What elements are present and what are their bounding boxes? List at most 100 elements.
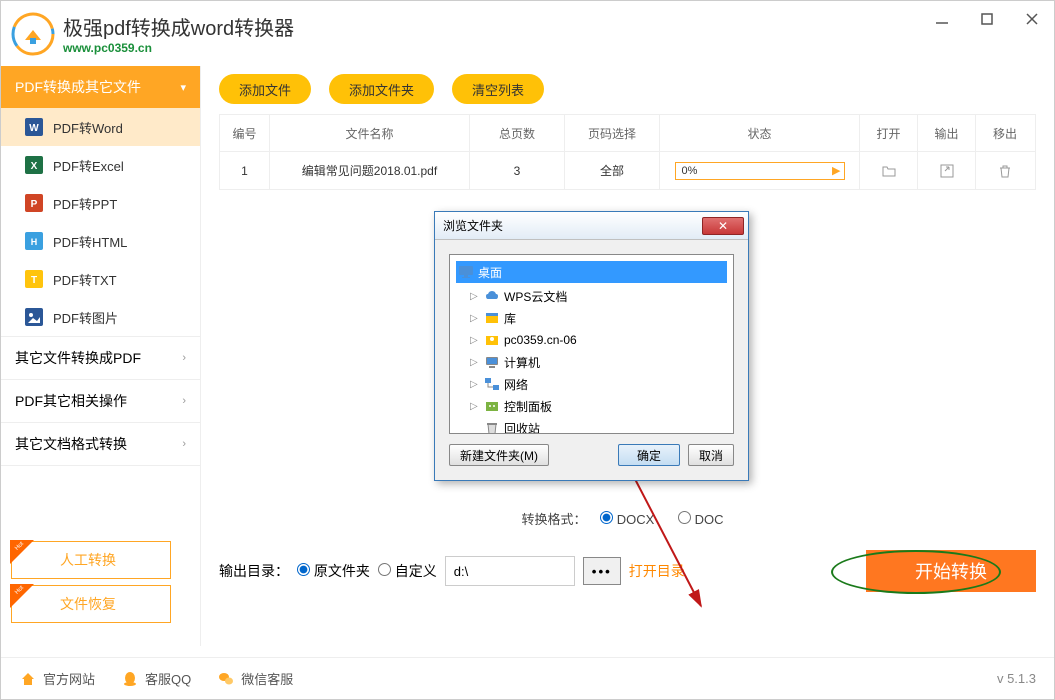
col-num: 编号 (220, 115, 270, 151)
new-folder-button[interactable]: 新建文件夹(M) (449, 444, 549, 466)
sidebar-item-label: PDF转图片 (53, 308, 118, 327)
logo-area: 极强pdf转换成word转换器 www.pc0359.cn (11, 12, 294, 56)
qq-icon (121, 670, 139, 688)
sidebar: PDF转换成其它文件▾ W PDF转Word X PDF转Excel P PDF… (1, 66, 201, 646)
table-header: 编号 文件名称 总页数 页码选择 状态 打开 输出 移出 (219, 114, 1036, 152)
cloud-icon (484, 288, 500, 304)
wechat-icon (217, 670, 235, 688)
hot-badge-icon: Hot (10, 540, 34, 564)
app-window: 极强pdf转换成word转换器 www.pc0359.cn PDF转换成其它文件… (0, 0, 1055, 700)
dialog-title-bar[interactable]: 浏览文件夹 ✕ (435, 212, 748, 240)
col-sel: 页码选择 (565, 115, 660, 151)
open-dir-link[interactable]: 打开目录 (629, 561, 685, 581)
add-folder-button[interactable]: 添加文件夹 (329, 74, 434, 104)
sidebar-item-pdf-ppt[interactable]: P PDF转PPT (1, 184, 200, 222)
home-icon (19, 670, 37, 688)
sidebar-item-label: PDF转Excel (53, 156, 124, 175)
output-path-input[interactable] (445, 556, 575, 586)
tree-node-control-panel[interactable]: ▷控制面板 (456, 395, 727, 417)
tree-node-library[interactable]: ▷库 (456, 307, 727, 329)
sidebar-item-pdf-word[interactable]: W PDF转Word (1, 108, 200, 146)
version-label: v 5.1.3 (997, 671, 1036, 686)
dialog-close-button[interactable]: ✕ (702, 217, 744, 235)
folder-tree[interactable]: 桌面 ▷WPS云文档 ▷库 ▷pc0359.cn-06 ▷计算机 ▷网络 ▷控制… (449, 254, 734, 434)
clear-list-button[interactable]: 清空列表 (452, 74, 544, 104)
sidebar-cat-pdf-ops[interactable]: PDF其它相关操作› (1, 380, 200, 422)
tree-node-computer[interactable]: ▷计算机 (456, 351, 727, 373)
library-icon (484, 310, 500, 326)
col-rm: 移出 (976, 115, 1034, 151)
add-file-button[interactable]: 添加文件 (219, 74, 311, 104)
dialog-ok-button[interactable]: 确定 (618, 444, 680, 466)
output-label: 输出目录： (219, 561, 289, 581)
user-folder-icon (484, 332, 500, 348)
control-panel-icon (484, 398, 500, 414)
tree-node-user[interactable]: ▷pc0359.cn-06 (456, 329, 727, 351)
svg-text:H: H (31, 237, 38, 247)
format-row: 转换格式： DOCX DOC (201, 509, 1054, 528)
browse-folder-dialog: 浏览文件夹 ✕ 桌面 ▷WPS云文档 ▷库 ▷pc0359.cn-06 ▷计算机… (434, 211, 749, 481)
progress-bar: 0% ▶ (675, 162, 845, 180)
manual-convert-link[interactable]: Hot 人工转换 (11, 541, 171, 579)
sidebar-cat-other-formats[interactable]: 其它文档格式转换› (1, 423, 200, 465)
footer: 官方网站 客服QQ 微信客服 v 5.1.3 (1, 657, 1054, 699)
txt-icon: T (25, 270, 43, 288)
file-recovery-link[interactable]: Hot 文件恢复 (11, 585, 171, 623)
desktop-icon (458, 264, 474, 280)
sidebar-cat-other-to-pdf[interactable]: 其它文件转换成PDF› (1, 337, 200, 379)
format-doc-radio[interactable]: DOC (678, 512, 724, 527)
svg-text:W: W (29, 123, 39, 134)
remove-file-button[interactable] (976, 152, 1034, 189)
network-icon (484, 376, 500, 392)
close-button[interactable] (1009, 1, 1054, 36)
tree-node-recycle[interactable]: ▷回收站 (456, 417, 727, 434)
html-icon: H (25, 232, 43, 250)
wechat-support-link[interactable]: 微信客服 (217, 669, 293, 688)
recycle-bin-icon (484, 420, 500, 434)
play-arrow-icon: ▶ (832, 164, 840, 177)
export-icon (939, 163, 955, 179)
dialog-cancel-button[interactable]: 取消 (688, 444, 734, 466)
col-out: 输出 (918, 115, 976, 151)
svg-text:P: P (31, 199, 38, 210)
folder-icon (881, 163, 897, 179)
sidebar-item-pdf-html[interactable]: H PDF转HTML (1, 222, 200, 260)
sidebar-item-label: PDF转PPT (53, 194, 117, 213)
app-title: 极强pdf转换成word转换器 (63, 12, 294, 41)
sidebar-cat-pdf-to-other[interactable]: PDF转换成其它文件▾ (1, 66, 200, 108)
official-site-link[interactable]: 官方网站 (19, 669, 95, 688)
output-custom-radio[interactable]: 自定义 (378, 561, 437, 581)
qq-support-link[interactable]: 客服QQ (121, 669, 191, 688)
col-name: 文件名称 (270, 115, 470, 151)
excel-icon: X (25, 156, 43, 174)
svg-text:X: X (31, 161, 38, 172)
table-row[interactable]: 1 编辑常见问题2018.01.pdf 3 全部 0% ▶ (219, 152, 1036, 190)
output-file-button[interactable] (918, 152, 976, 189)
open-file-button[interactable] (860, 152, 918, 189)
minimize-button[interactable] (919, 1, 964, 36)
col-pages: 总页数 (470, 115, 565, 151)
sidebar-item-label: PDF转TXT (53, 270, 117, 289)
sidebar-item-pdf-image[interactable]: PDF转图片 (1, 298, 200, 336)
sidebar-item-pdf-excel[interactable]: X PDF转Excel (1, 146, 200, 184)
col-open: 打开 (860, 115, 918, 151)
app-subtitle: www.pc0359.cn (63, 41, 294, 55)
word-icon: W (25, 118, 43, 136)
maximize-button[interactable] (964, 1, 1009, 36)
start-convert-button[interactable]: 开始转换 (866, 550, 1036, 592)
browse-button[interactable]: ••• (583, 557, 621, 585)
computer-icon (484, 354, 500, 370)
ppt-icon: P (25, 194, 43, 212)
tree-node-desktop[interactable]: 桌面 (456, 261, 727, 283)
output-original-radio[interactable]: 原文件夹 (297, 561, 370, 581)
trash-icon (997, 163, 1013, 179)
tree-node-network[interactable]: ▷网络 (456, 373, 727, 395)
sidebar-item-label: PDF转Word (53, 118, 123, 137)
image-icon (25, 308, 43, 326)
col-status: 状态 (660, 115, 860, 151)
sidebar-item-pdf-txt[interactable]: T PDF转TXT (1, 260, 200, 298)
tree-node-wps[interactable]: ▷WPS云文档 (456, 285, 727, 307)
title-bar: 极强pdf转换成word转换器 www.pc0359.cn (1, 1, 1054, 66)
format-docx-radio[interactable]: DOCX (600, 512, 654, 527)
output-row: 输出目录： 原文件夹 自定义 ••• 打开目录 开始转换 (219, 556, 1036, 586)
